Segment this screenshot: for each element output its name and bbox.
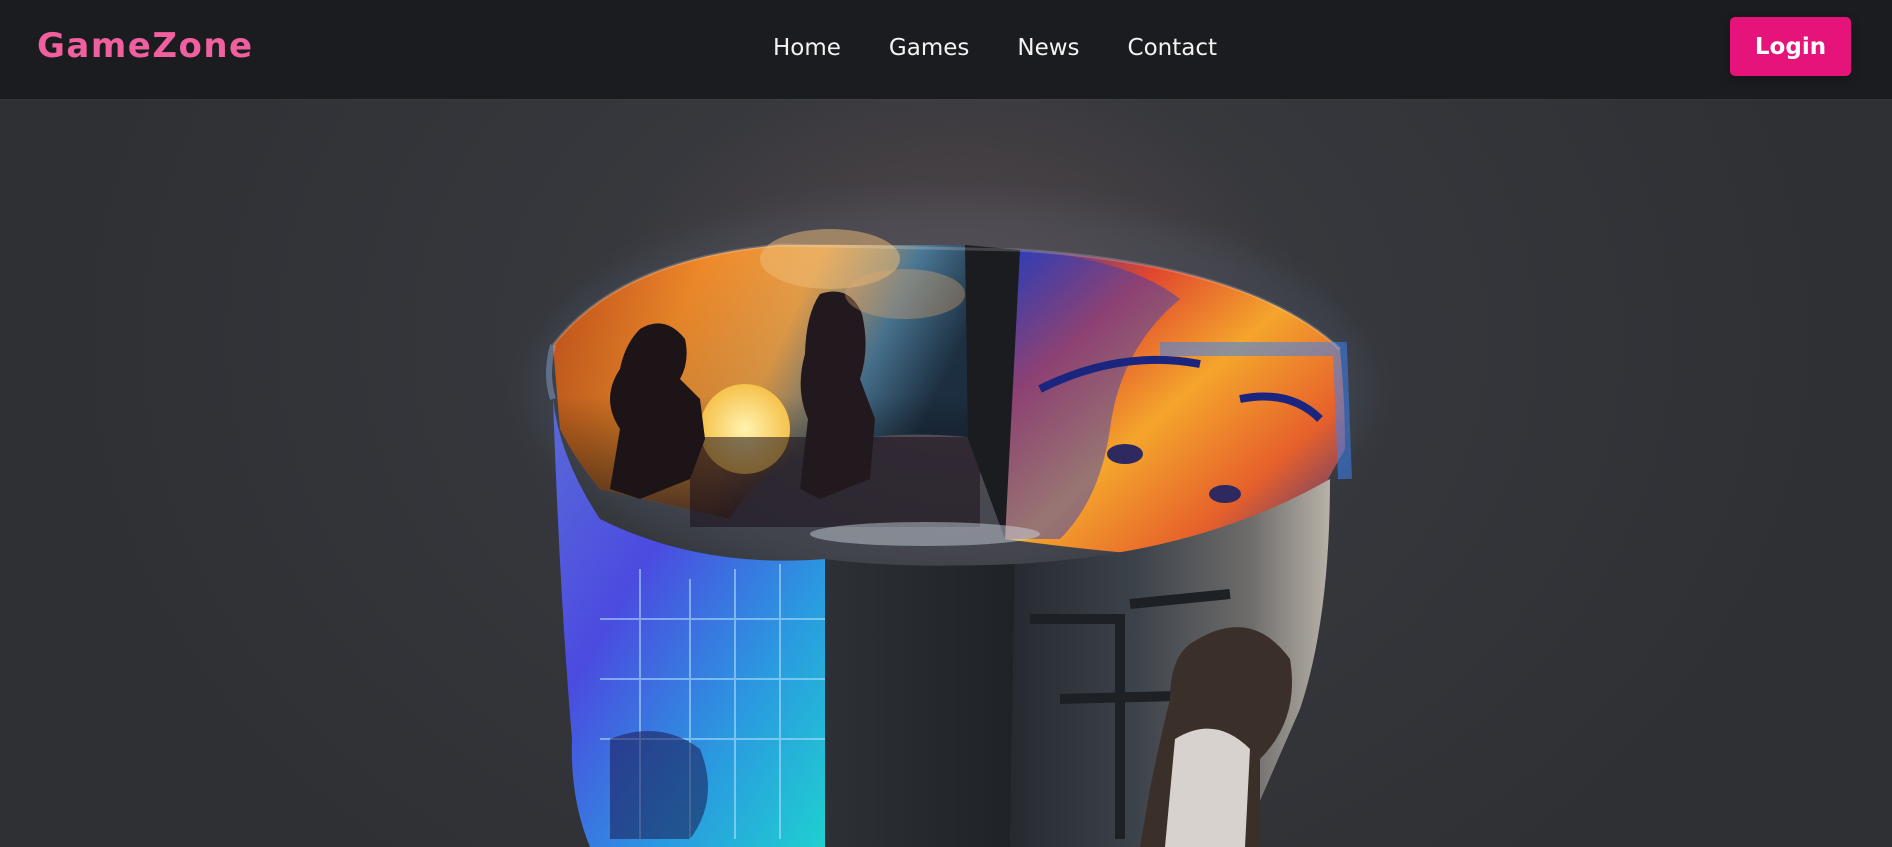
login-button[interactable]: Login bbox=[1730, 17, 1851, 76]
brand-logo[interactable]: GameZone bbox=[37, 24, 254, 68]
hero-carousel-section bbox=[0, 99, 1892, 847]
rotating-image-carousel[interactable] bbox=[0, 99, 1892, 847]
nav-link-home[interactable]: Home bbox=[773, 28, 841, 68]
top-navbar: GameZone Home Games News Contact Login bbox=[0, 0, 1892, 99]
main-nav: Home Games News Contact bbox=[773, 28, 1217, 68]
nav-link-games[interactable]: Games bbox=[889, 28, 969, 68]
nav-link-contact[interactable]: Contact bbox=[1128, 28, 1217, 68]
nav-link-news[interactable]: News bbox=[1017, 28, 1079, 68]
